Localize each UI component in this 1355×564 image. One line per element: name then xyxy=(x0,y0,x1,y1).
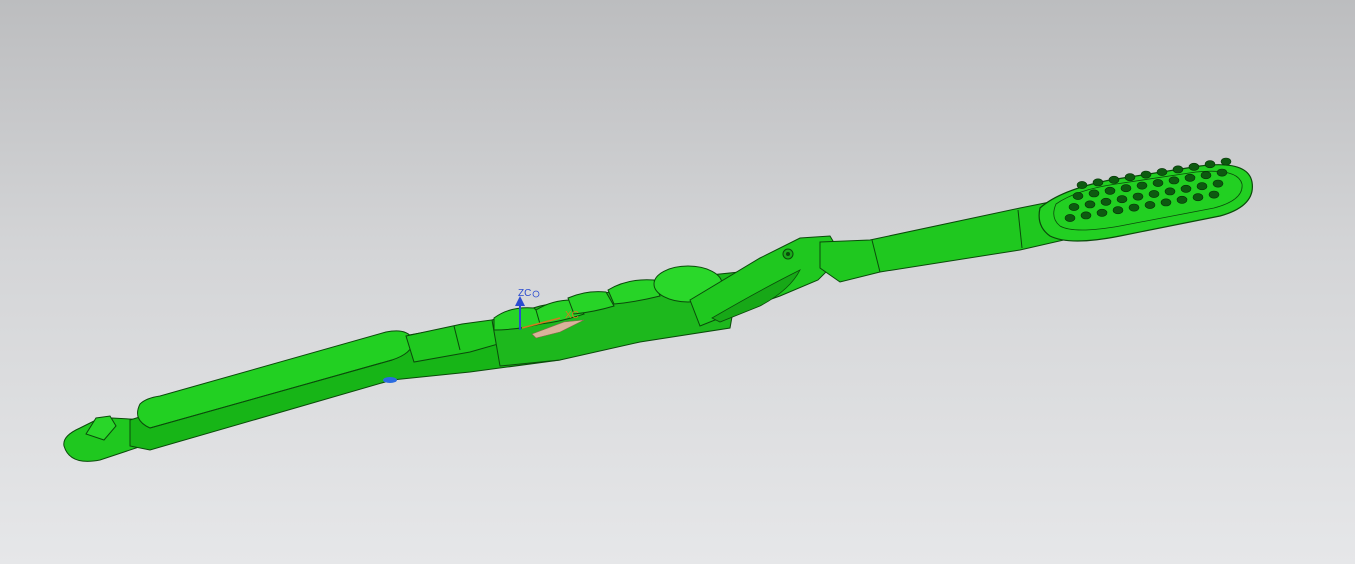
zc-label: ZC xyxy=(518,288,531,299)
bristle-hole xyxy=(1212,179,1224,188)
bristle-hole xyxy=(1216,168,1228,177)
bristle-hole xyxy=(1104,186,1116,195)
bristle-hole xyxy=(1112,206,1124,215)
bristle-hole xyxy=(1116,195,1128,204)
bristle-hole xyxy=(1108,175,1120,184)
bristle-hole xyxy=(1192,193,1204,202)
bristle-hole xyxy=(1168,176,1180,185)
bristle-hole xyxy=(1136,181,1148,190)
bristle-hole xyxy=(1088,189,1100,198)
bristle-hole xyxy=(1208,190,1220,199)
bristle-hole xyxy=(1184,173,1196,182)
bristle-hole xyxy=(1220,157,1232,166)
bristle-hole xyxy=(1076,181,1088,189)
bristle-hole xyxy=(1196,182,1208,191)
bristle-hole xyxy=(1100,197,1112,206)
graphics-window[interactable]: ZC XC xyxy=(0,0,1355,564)
selection-marker-icon xyxy=(383,377,397,383)
bristle-hole xyxy=(1080,211,1092,220)
bristle-hole xyxy=(1120,184,1132,193)
xc-label: XC xyxy=(565,310,579,321)
bristle-hole xyxy=(1204,160,1216,169)
bristle-hole xyxy=(1132,192,1144,201)
toothbrush-model[interactable] xyxy=(63,157,1253,462)
bristle-hole xyxy=(1068,203,1080,211)
bristle-hole xyxy=(1180,184,1192,193)
bristle-hole xyxy=(1172,165,1184,174)
bristle-hole xyxy=(1164,187,1176,196)
bristle-hole xyxy=(1188,162,1200,171)
bristle-hole xyxy=(1152,179,1164,187)
bristle-hole xyxy=(1064,214,1076,222)
bristle-hole xyxy=(1140,170,1152,179)
bristle-hole xyxy=(1144,201,1156,209)
rotate-handle-icon[interactable] xyxy=(532,290,540,298)
bristle-hole xyxy=(1084,200,1096,209)
bristle-hole xyxy=(1128,203,1140,212)
bristle-hole xyxy=(1160,198,1172,207)
bristle-hole xyxy=(1200,171,1212,180)
model-view[interactable]: ZC XC xyxy=(0,0,1355,564)
bristle-hole xyxy=(1092,178,1104,187)
bristle-hole xyxy=(1096,208,1108,217)
hinge-pin-hole xyxy=(786,252,790,256)
bristle-hole xyxy=(1148,190,1160,198)
bristle-hole xyxy=(1176,195,1188,204)
bristle-hole xyxy=(1072,192,1084,200)
bristle-hole xyxy=(1156,168,1168,176)
bristle-hole xyxy=(1124,173,1136,182)
